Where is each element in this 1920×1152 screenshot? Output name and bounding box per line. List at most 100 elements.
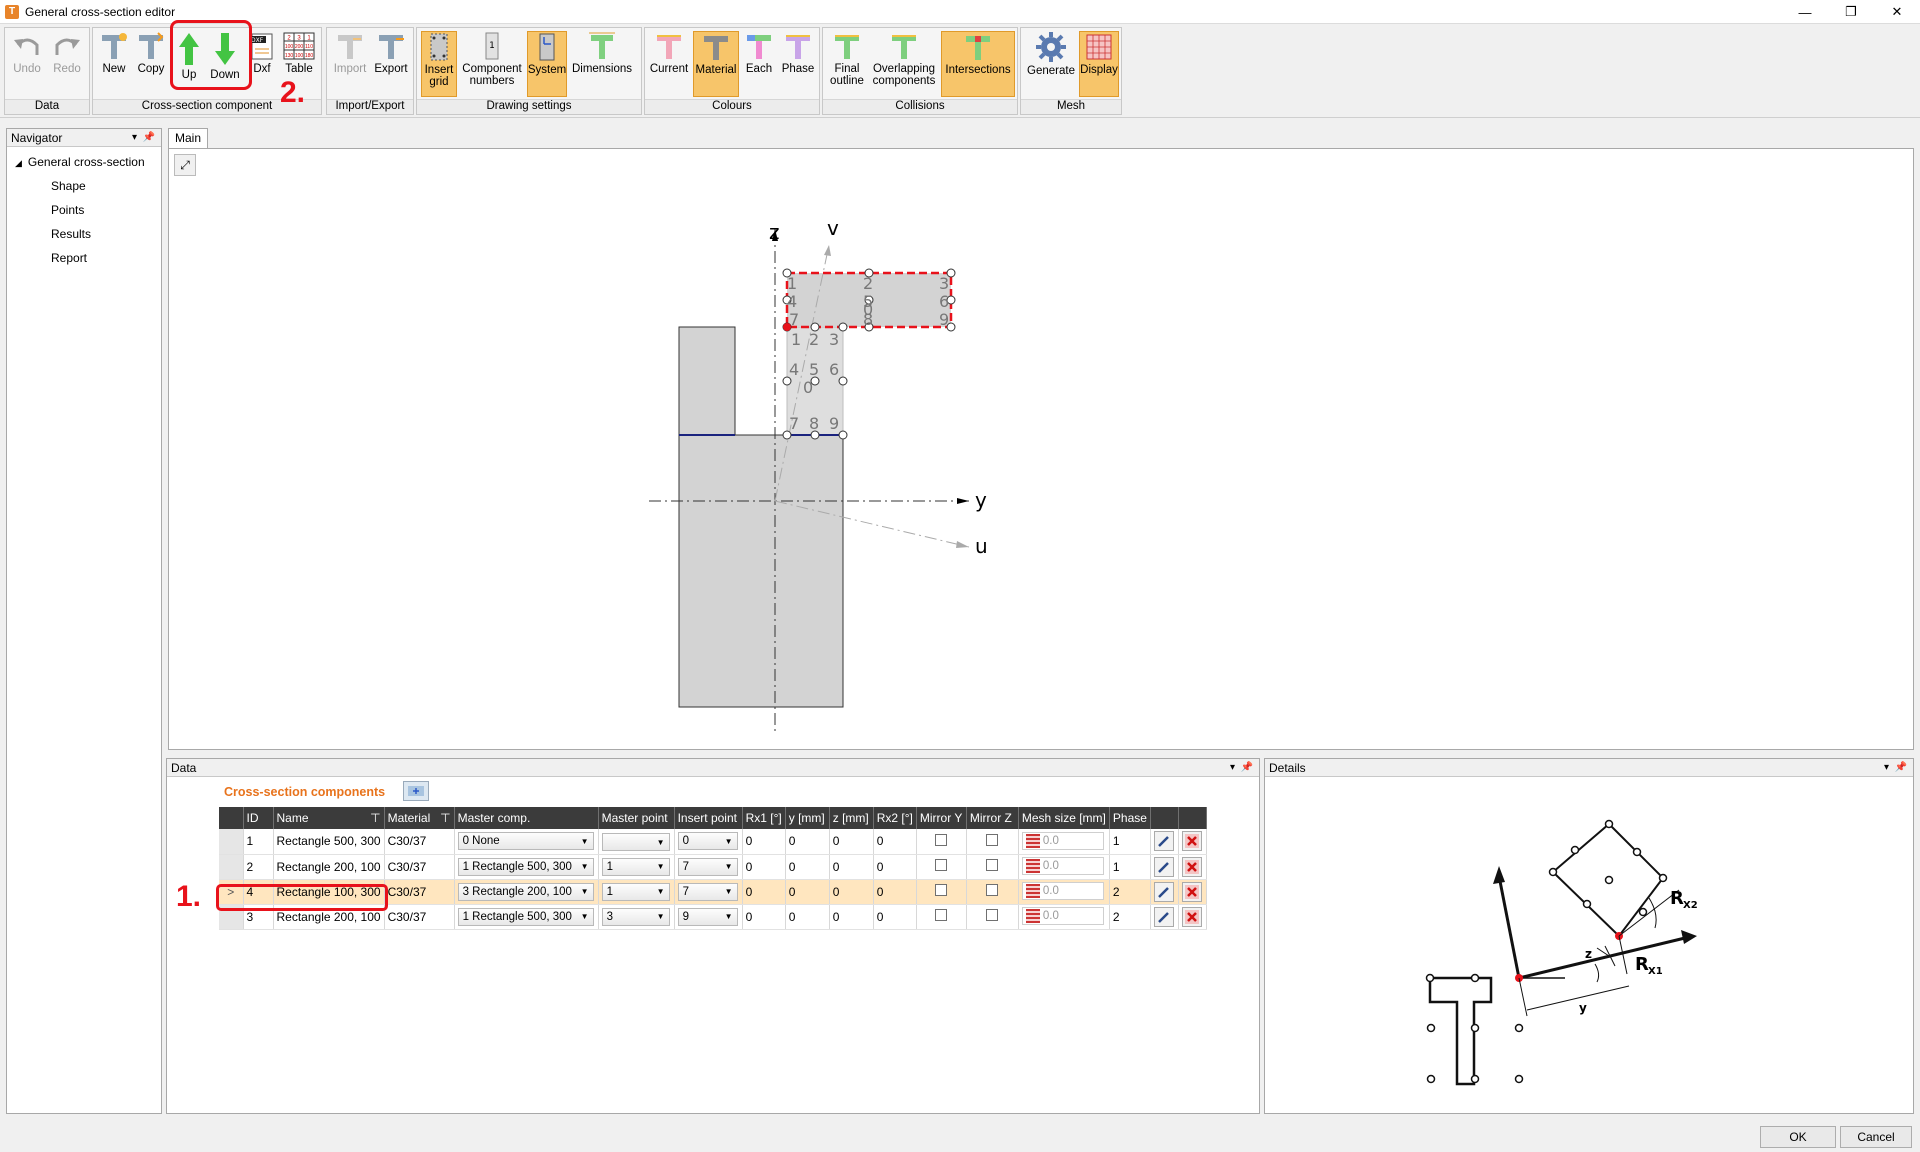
cell-y[interactable]: 0 xyxy=(785,904,830,930)
master-point-dropdown[interactable]: 1 ▼ xyxy=(601,857,670,876)
cell-master-comp[interactable]: 1 Rectangle 500, 300 ▼ xyxy=(454,904,599,930)
cell-mirror-y[interactable] xyxy=(916,829,967,855)
nav-item-results[interactable]: Results xyxy=(51,227,91,241)
cell-rx1[interactable]: 0 xyxy=(742,879,786,905)
edit-button[interactable] xyxy=(1154,856,1175,877)
row-selector[interactable] xyxy=(219,829,244,855)
ok-button[interactable]: OK xyxy=(1760,1126,1836,1148)
filter-icon[interactable]: ⊤ xyxy=(370,811,380,825)
redo-button[interactable]: Redo xyxy=(49,31,85,97)
cell-mirror-y[interactable] xyxy=(916,879,967,905)
insert-point-dropdown[interactable]: 7 ▼ xyxy=(677,882,738,901)
system-button[interactable]: System xyxy=(527,31,567,97)
tree-root[interactable]: ◢ General cross-section xyxy=(15,155,145,169)
cell-master-point[interactable]: 1 ▼ xyxy=(598,854,675,880)
cell-z[interactable]: 0 xyxy=(829,904,874,930)
insert-point-dropdown[interactable]: 7 ▼ xyxy=(677,857,738,876)
cell-material[interactable]: C30/37 xyxy=(384,904,455,930)
col-id[interactable]: ID xyxy=(243,807,274,829)
panel-controls[interactable]: ▾ 📌 xyxy=(1884,759,1907,777)
nav-item-report[interactable]: Report xyxy=(51,251,87,265)
cell-z[interactable]: 0 xyxy=(829,829,874,855)
col-z[interactable]: z [mm] xyxy=(829,807,874,829)
cell-master-point[interactable]: 1 ▼ xyxy=(598,879,675,905)
cell-master-comp[interactable]: 1 Rectangle 500, 300 ▼ xyxy=(454,854,599,880)
cell-rx2[interactable]: 0 xyxy=(873,829,917,855)
row-selector[interactable] xyxy=(219,854,244,880)
copy-button[interactable]: Copy xyxy=(133,31,169,97)
cell-y[interactable]: 0 xyxy=(785,879,830,905)
insert-point[interactable] xyxy=(838,430,848,440)
cell-y[interactable]: 0 xyxy=(785,829,830,855)
col-mirror-y[interactable]: Mirror Y xyxy=(916,807,967,829)
colour-material-button[interactable]: Material xyxy=(693,31,739,97)
master-comp-dropdown[interactable]: 1 Rectangle 500, 300 ▼ xyxy=(457,907,594,926)
intersections-button[interactable]: Intersections xyxy=(941,31,1015,97)
table-row[interactable]: 1 Rectangle 500, 300 C30/37 0 None ▼ ▼ 0 ▼ 0 0 0 0 0… xyxy=(219,829,1207,855)
component-1-rectangle[interactable] xyxy=(678,434,844,708)
cell-phase[interactable]: 1 xyxy=(1109,829,1151,855)
cross-section-drawing[interactable]: z v y u 1 2 3 4 5 6 0 7 8 9 1 2 3 4 5 6 … xyxy=(169,149,1913,749)
cell-master-point[interactable]: 3 ▼ xyxy=(598,904,675,930)
colour-phase-button[interactable]: Phase xyxy=(779,31,817,97)
insert-point[interactable] xyxy=(838,322,848,332)
mesh-size-input[interactable]: 0.0 xyxy=(1021,857,1104,875)
cell-material[interactable]: C30/37 xyxy=(384,879,455,905)
cell-insert-point[interactable]: 9 ▼ xyxy=(674,904,743,930)
cell-mirror-z[interactable] xyxy=(966,854,1019,880)
close-button[interactable]: ✕ xyxy=(1874,0,1920,24)
insert-grid-button[interactable]: Insert grid xyxy=(421,31,457,97)
add-component-button[interactable] xyxy=(403,781,429,801)
mirror-y-checkbox[interactable] xyxy=(935,833,948,846)
filter-icon[interactable]: ⊤ xyxy=(440,811,450,825)
maximize-button[interactable]: ❐ xyxy=(1828,0,1874,24)
master-point-dropdown[interactable]: 1 ▼ xyxy=(601,882,670,901)
cell-material[interactable]: C30/37 xyxy=(384,829,455,855)
cell-id[interactable]: 2 xyxy=(243,854,274,880)
master-comp-dropdown[interactable]: 0 None ▼ xyxy=(457,832,594,851)
cell-name[interactable]: Rectangle 500, 300 xyxy=(273,829,385,855)
cell-phase[interactable]: 2 xyxy=(1109,879,1151,905)
cell-insert-point[interactable]: 7 ▼ xyxy=(674,854,743,880)
final-outline-button[interactable]: Final outline xyxy=(827,31,867,97)
cell-delete[interactable] xyxy=(1178,879,1207,905)
col-mirror-z[interactable]: Mirror Z xyxy=(966,807,1019,829)
col-insert-point[interactable]: Insert point xyxy=(674,807,743,829)
insert-point-dropdown[interactable]: 9 ▼ xyxy=(677,907,738,926)
cell-mesh-size[interactable]: 0.0 xyxy=(1018,854,1110,880)
component-2-rectangle[interactable] xyxy=(678,326,736,436)
colour-each-button[interactable]: Each xyxy=(741,31,777,97)
cell-rx1[interactable]: 0 xyxy=(742,854,786,880)
cell-mirror-z[interactable] xyxy=(966,904,1019,930)
cell-id[interactable]: 1 xyxy=(243,829,274,855)
col-mesh-size[interactable]: Mesh size [mm] xyxy=(1018,807,1110,829)
cell-rx2[interactable]: 0 xyxy=(873,854,917,880)
cell-rx1[interactable]: 0 xyxy=(742,829,786,855)
generate-mesh-button[interactable]: Generate xyxy=(1025,31,1077,97)
cell-z[interactable]: 0 xyxy=(829,879,874,905)
cell-z[interactable]: 0 xyxy=(829,854,874,880)
col-rx1[interactable]: Rx1 [°] xyxy=(742,807,786,829)
cell-mesh-size[interactable]: 0.0 xyxy=(1018,879,1110,905)
panel-controls[interactable]: ▾ 📌 xyxy=(132,129,155,147)
mesh-size-input[interactable]: 0.0 xyxy=(1021,907,1104,925)
cell-phase[interactable]: 2 xyxy=(1109,904,1151,930)
insert-point[interactable] xyxy=(838,376,848,386)
cell-mesh-size[interactable]: 0.0 xyxy=(1018,904,1110,930)
cell-insert-point[interactable]: 0 ▼ xyxy=(674,829,743,855)
cell-mirror-z[interactable] xyxy=(966,879,1019,905)
col-master-point[interactable]: Master point xyxy=(598,807,675,829)
edit-button[interactable] xyxy=(1154,881,1175,902)
delete-button[interactable] xyxy=(1182,906,1203,927)
mirror-y-checkbox[interactable] xyxy=(935,884,948,896)
cell-rx2[interactable]: 0 xyxy=(873,879,917,905)
insert-point-dropdown[interactable]: 0 ▼ xyxy=(677,832,738,851)
cell-delete[interactable] xyxy=(1178,904,1207,930)
table-row[interactable]: 2 Rectangle 200, 100 C30/37 1 Rectangle 500… xyxy=(219,854,1207,880)
new-button[interactable]: New xyxy=(97,31,131,97)
col-phase[interactable]: Phase xyxy=(1109,807,1151,829)
cell-rx2[interactable]: 0 xyxy=(873,904,917,930)
cell-mesh-size[interactable]: 0.0 xyxy=(1018,829,1110,855)
col-master-comp[interactable]: Master comp. xyxy=(454,807,599,829)
delete-button[interactable] xyxy=(1182,856,1203,877)
